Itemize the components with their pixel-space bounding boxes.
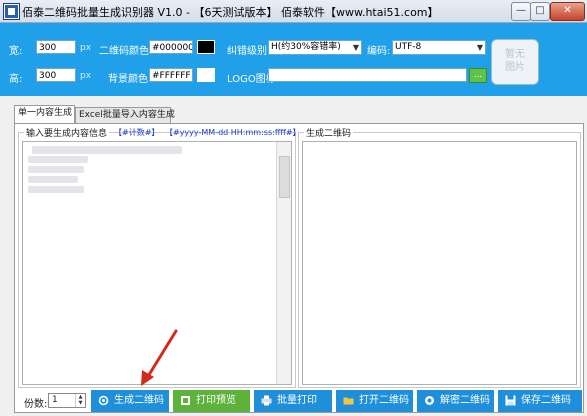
scrollbar-thumb[interactable] [279,156,290,198]
window-title: 佰泰二维码批量生成识别器 V1.0 - 【6天测试版本】 佰泰软件【www.ht… [22,6,439,19]
blurred-text [28,176,78,183]
open-qr-label: 打开二维码 [359,395,409,406]
encoding-label: 编码: [367,46,391,57]
logo-placeholder-line2: 图片 [505,62,525,73]
close-button[interactable]: ✕ [550,2,585,21]
copies-value: 1 [52,395,58,405]
folder-open-icon [343,397,354,405]
logo-path-input[interactable] [268,68,467,82]
width-label: 宽: [9,46,23,57]
logo-preview-placeholder: 暂无 图片 [491,39,539,85]
copies-label: 份数: [24,399,48,410]
chevron-down-icon: ▼ [352,43,359,52]
tab-excel-batch[interactable]: Excel批量导入内容生成 [75,107,175,123]
height-input[interactable]: 300 [36,68,76,82]
chevron-down-icon: ▼ [476,43,483,52]
decode-qr-label: 解密二维码 [440,395,490,406]
save-icon [505,395,516,406]
copies-stepper[interactable]: 1 ▲ ▼ [48,393,86,408]
settings-bar: 宽: 300 px 高: 300 px 二维码颜色: #000000 背景颜色:… [0,23,587,96]
blurred-text [28,166,84,173]
app-icon [4,4,19,19]
encoding-select-value: UTF-8 [395,42,422,52]
print-preview-button[interactable]: 打印预览 [173,390,250,412]
spinner-arrows-icon[interactable]: ▲ ▼ [75,394,85,407]
minimize-button[interactable]: — [511,2,531,21]
bg-color-label: 背景颜色: [108,74,152,85]
input-group-label: 输入要生成内容信息 [24,126,110,139]
qr-gear-icon [98,395,109,406]
batch-print-label: 批量打印 [277,395,317,406]
blurred-text [28,156,88,163]
generate-qr-button[interactable]: 生成二维码 [91,390,169,412]
qr-color-label: 二维码颜色: [99,46,153,57]
print-preview-icon [181,396,190,405]
save-qr-button[interactable]: 保存二维码 [498,390,582,412]
qr-color-swatch[interactable] [197,40,215,54]
counter-link[interactable]: 【#计数#】 [114,127,159,138]
qr-color-input[interactable]: #000000 [149,40,193,54]
datetime-link[interactable]: 【#yyyy-MM-dd HH:mm:ss:ffff#】 [165,127,301,138]
content-textarea[interactable] [22,141,292,385]
blurred-text [32,146,182,154]
generate-qr-label: 生成二维码 [114,395,164,406]
logo-placeholder-line1: 暂无 [505,49,525,60]
browse-logo-button[interactable]: ... [469,68,487,83]
bg-color-input[interactable]: #FFFFFF [149,68,193,82]
title-bar: 佰泰二维码批量生成识别器 V1.0 - 【6天测试版本】 佰泰软件【www.ht… [0,0,587,23]
ecc-select[interactable]: H(约30%容错率) ▼ [268,40,362,55]
main-panel: 输入要生成内容信息 【#计数#】 【#yyyy-MM-dd HH:mm:ss:f… [14,123,584,413]
open-qr-button[interactable]: 打开二维码 [336,390,413,412]
qr-output-preview [302,141,577,385]
decode-icon [425,396,434,405]
batch-print-button[interactable]: 批量打印 [254,390,332,412]
ecc-select-value: H(约30%容错率) [271,42,341,52]
decode-qr-button[interactable]: 解密二维码 [417,390,494,412]
blurred-text [28,186,84,193]
width-input[interactable]: 300 [36,40,76,54]
maximize-button[interactable]: □ [530,2,550,21]
save-qr-label: 保存二维码 [521,395,571,406]
output-group-label: 生成二维码 [304,126,354,139]
bg-color-swatch[interactable] [197,68,215,82]
ecc-label: 纠错级别: [227,46,271,57]
encoding-select[interactable]: UTF-8 ▼ [392,40,486,55]
height-unit: px [80,71,92,81]
action-bar: 份数: 1 ▲ ▼ 生成二维码 打印预览 批量打印 打开二维码 解密二维码 保存二… [14,389,584,413]
height-label: 高: [9,74,23,85]
width-unit: px [80,43,92,53]
printer-icon [261,395,272,406]
vertical-scrollbar[interactable] [276,142,291,384]
tab-single-content[interactable]: 单一内容生成 [14,105,75,123]
print-preview-label: 打印预览 [196,395,236,406]
